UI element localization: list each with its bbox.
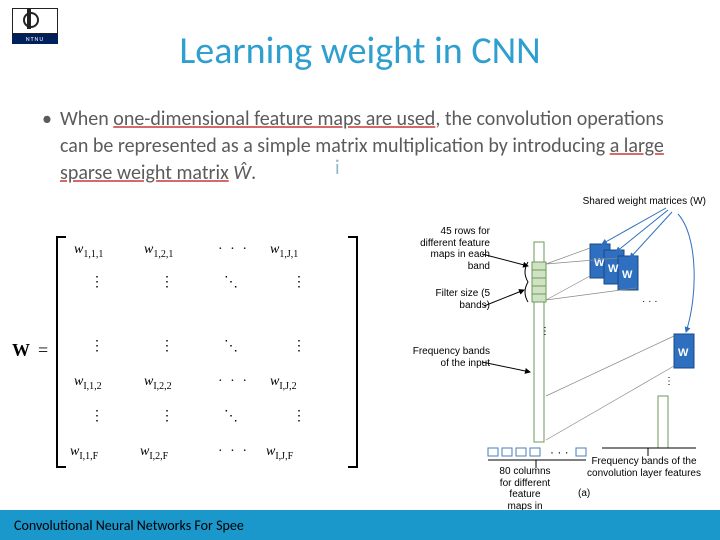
- matrix-W-label: W: [12, 340, 30, 361]
- slide: NTNU Learning weight in CNN • When one-d…: [0, 0, 720, 540]
- slide-title: Learning weight in CNN: [0, 28, 720, 74]
- m-r3c3: · · ·: [218, 374, 249, 390]
- m-v3c: ⋮: [292, 408, 308, 425]
- bullet-underlined-1: one-dimensional feature maps are used: [113, 107, 435, 131]
- panel-label: (a): [578, 488, 590, 500]
- m-r5c4: wI,J,F: [266, 444, 293, 462]
- w-label-1: W: [594, 257, 605, 269]
- m-r5c3: · · ·: [218, 444, 249, 460]
- bullet-prefix: When: [60, 107, 113, 131]
- matrix-equals: =: [38, 340, 48, 361]
- bullet-tail-post: .: [251, 161, 256, 185]
- m-d1: ⋱: [224, 274, 240, 291]
- filter-size-label: Filter size (5 bands): [420, 288, 490, 311]
- matrix-bracket-left: [56, 236, 66, 468]
- m-r1c1: w1,1,1: [74, 242, 103, 260]
- footer-text: Convolutional Neural Networks For Spee: [14, 517, 244, 534]
- w-label-2: W: [608, 263, 619, 275]
- output-vdots: ⋮: [664, 376, 674, 388]
- diagram: W W W W: [378, 196, 708, 496]
- m-r3c2: wI,2,2: [144, 374, 172, 392]
- freq-output-label: Frequency bands of the convolution layer…: [584, 456, 704, 479]
- m-v2c: ⋮: [292, 338, 308, 355]
- m-r5c1: wI,1,F: [70, 444, 98, 462]
- rows45-label: 45 rows for different feature maps in ea…: [394, 226, 490, 272]
- m-r1c3: · · ·: [218, 242, 249, 258]
- wcluster-cdots: · · ·: [642, 296, 658, 308]
- m-v2b: ⋮: [160, 338, 176, 355]
- output-column: [658, 396, 668, 448]
- m-v1a: ⋮: [90, 274, 106, 291]
- m-r3c1: wI,1,2: [74, 374, 102, 392]
- matrix-bracket-right: [348, 236, 358, 468]
- freq-input-label: Frequency bands of the input: [390, 346, 490, 369]
- w-label-lower: W: [678, 347, 689, 359]
- m-d3: ⋱: [224, 408, 240, 425]
- input-bands-dots: · · ·: [550, 445, 569, 459]
- bullet-text: • When one-dimensional feature maps are …: [60, 106, 668, 187]
- m-v2a: ⋮: [90, 338, 106, 355]
- w-box-group: W W W: [590, 244, 638, 290]
- input-bands-row: · · ·: [488, 445, 586, 459]
- bullet-marker: •: [42, 106, 52, 133]
- shared-weights-label: Shared weight matrices (W): [583, 196, 706, 208]
- weight-matrix: W = w1,1,1 w1,2,1 · · · w1,J,1 ⋮ ⋮ ⋱ ⋮ ⋮…: [8, 240, 368, 470]
- m-r5c2: wI,2,F: [140, 444, 168, 462]
- w-label-3: W: [622, 269, 633, 281]
- input-vdots-1: ⋮: [540, 326, 550, 338]
- stray-char-i: i: [335, 156, 340, 180]
- w-hat-symbol: Ŵ: [233, 160, 251, 187]
- m-v1c: ⋮: [292, 274, 308, 291]
- m-r1c2: w1,2,1: [144, 242, 173, 260]
- m-v1b: ⋮: [160, 274, 176, 291]
- m-r3c4: wI,J,2: [270, 374, 297, 392]
- m-v3b: ⋮: [160, 408, 176, 425]
- filter-band: [532, 262, 546, 302]
- m-v3a: ⋮: [90, 408, 106, 425]
- m-d2: ⋱: [224, 338, 240, 355]
- m-r1c4: w1,J,1: [270, 242, 298, 260]
